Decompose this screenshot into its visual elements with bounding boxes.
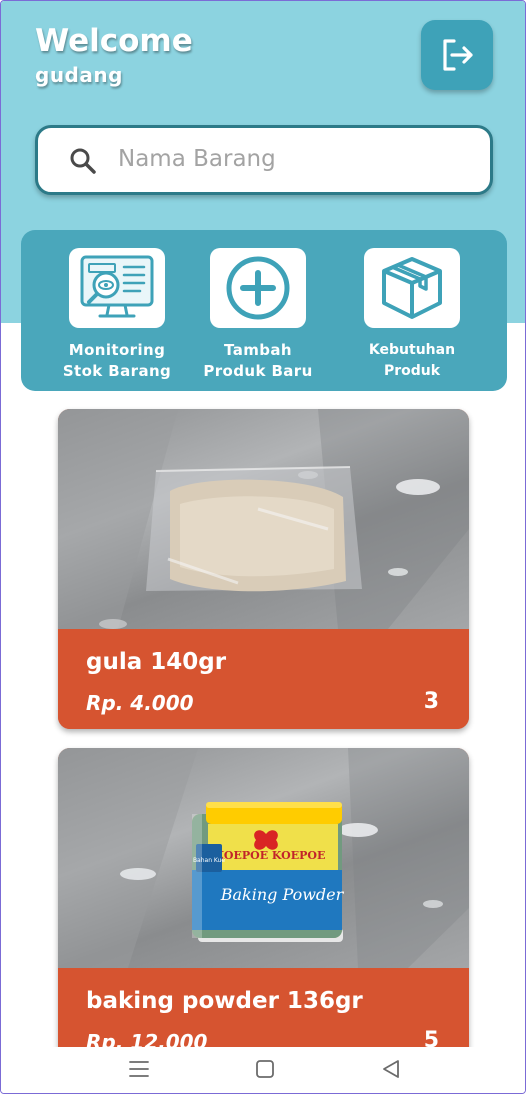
- welcome-title: Welcome: [35, 23, 193, 59]
- menu-label: Monitoring Stok Barang: [62, 341, 172, 380]
- menu-icon-box: [210, 248, 306, 328]
- app-screen: Welcome gudang Nama Barang Monitoring St…: [0, 0, 526, 1094]
- product-brand-text: KOEPOE KOEPOE: [215, 849, 326, 862]
- menu-icon[interactable]: [128, 1059, 150, 1079]
- username-label: gudang: [35, 63, 123, 87]
- menu-panel: Monitoring Stok Barang Tambah Produk Bar…: [21, 230, 507, 391]
- search-bar: [35, 125, 493, 195]
- plus-circle-icon: [226, 256, 290, 320]
- menu-label: Tambah Produk Baru: [203, 341, 313, 380]
- menu-icon-box: [69, 248, 165, 328]
- menu-kebutuhan-produk[interactable]: Kebutuhan Produk: [342, 248, 482, 382]
- menu-icon-box: [364, 248, 460, 328]
- product-photo: [58, 409, 469, 629]
- product-card[interactable]: KOEPOE KOEPOE Baking Powder Bahan Kue ba…: [58, 748, 469, 1068]
- menu-monitoring-stok[interactable]: Monitoring Stok Barang: [47, 248, 187, 382]
- search-input[interactable]: [116, 138, 460, 180]
- monitor-search-icon: [80, 255, 154, 318]
- back-icon[interactable]: [381, 1059, 401, 1079]
- product-label-text: Baking Powder: [220, 885, 345, 904]
- logout-button[interactable]: [421, 20, 493, 90]
- menu-label: Kebutuhan Produk: [368, 342, 456, 379]
- product-info: gula 140gr Rp. 4.000 3: [58, 629, 469, 729]
- box-icon: [382, 257, 442, 319]
- menu-tambah-produk[interactable]: Tambah Produk Baru: [188, 248, 328, 382]
- product-card[interactable]: gula 140gr Rp. 4.000 3: [58, 409, 469, 729]
- logout-icon: [443, 39, 473, 71]
- product-photo: KOEPOE KOEPOE Baking Powder Bahan Kue: [58, 748, 469, 968]
- search-icon: [70, 148, 96, 174]
- system-navigation-bar: [1, 1047, 525, 1093]
- product-name: baking powder 136gr: [86, 988, 363, 1014]
- home-icon[interactable]: [255, 1059, 275, 1079]
- product-price: Rp. 4.000: [86, 691, 194, 715]
- product-quantity: 3: [423, 689, 439, 714]
- product-name: gula 140gr: [86, 649, 227, 675]
